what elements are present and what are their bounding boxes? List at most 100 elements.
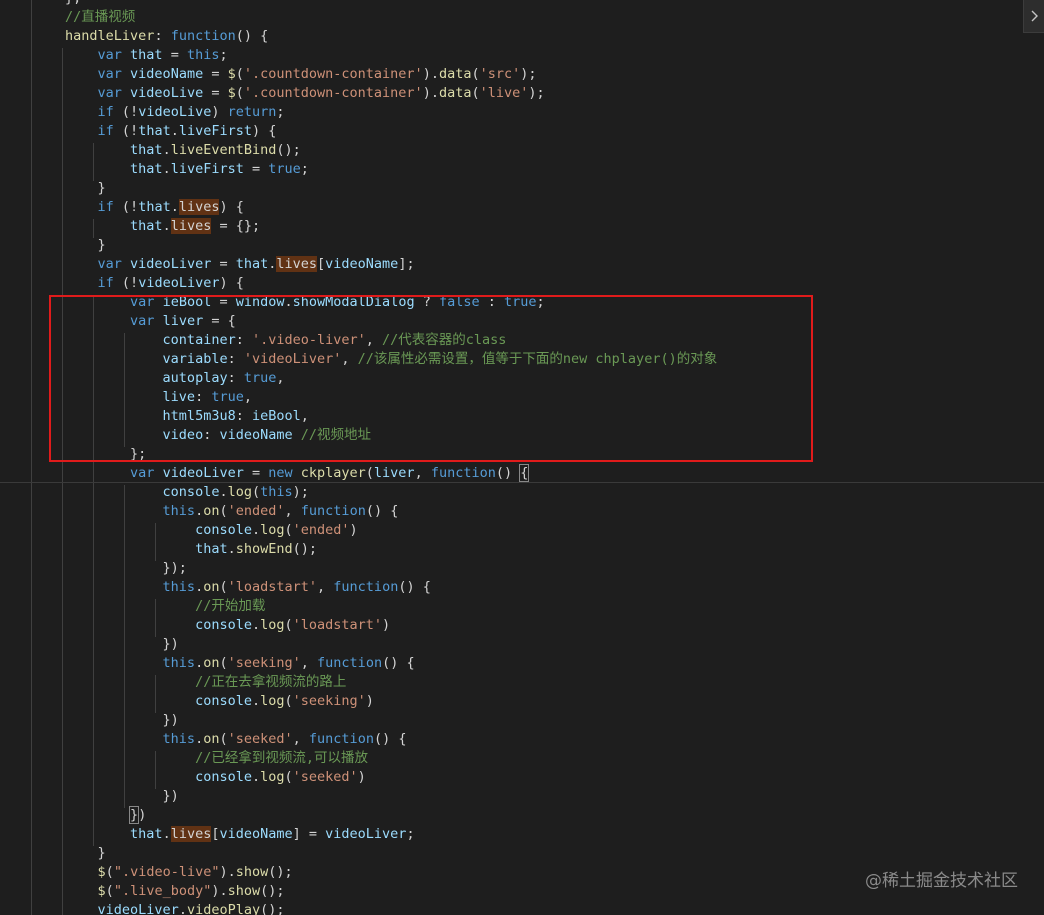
code-token: '.countdown-container' [243,85,423,101]
code-token: ) [349,522,358,538]
code-line: }) [0,635,179,654]
code-token: ). [219,864,236,880]
code-token: that [138,123,171,139]
code-token: that [0,142,163,158]
code-token: (! [113,275,139,291]
code-token: ; [219,47,228,63]
code-token: function [308,731,374,747]
code-token: log [260,769,285,785]
code-token: . [195,503,204,519]
code-token: if [0,104,114,120]
code-token: return [227,104,277,120]
code-line: that.liveFirst = true; [0,160,309,179]
code-line: $(".live_body").show(); [0,882,285,901]
code-token: = {}; [211,218,261,234]
code-token: log [260,522,285,538]
code-token: var [0,85,122,101]
expand-panel-button[interactable] [1023,0,1044,33]
code-token: 'ended' [227,503,285,519]
code-editor[interactable]: }; //直播视频 handleLiver: function() { var … [0,0,1044,915]
code-token: that [0,826,163,842]
code-token: ; [276,104,285,120]
code-line: var videoName = $('.countdown-container'… [0,65,537,84]
code-line: //已经拿到视频流,可以播放 [0,749,368,768]
code-token: ( [284,522,293,538]
code-token: if [0,275,114,291]
code-token: handleLiver [0,28,155,44]
code-token: . [251,693,261,709]
code-line: if (!videoLive) return; [0,103,285,122]
code-line: }) [0,806,146,825]
code-token: videoLiver [121,256,212,272]
code-token: this [0,503,196,519]
code-token: on [203,655,220,671]
code-token: log [227,484,252,500]
code-token: 'src' [479,66,521,82]
code-token: videoLive [121,85,204,101]
code-token: console [0,769,252,785]
chevron-right-icon [1029,10,1039,22]
code-line: if (!videoLiver) { [0,274,244,293]
code-token: this [0,731,196,747]
code-token: //开始加载 [0,598,266,614]
code-token: videoName [121,66,204,82]
code-token: 'ended' [292,522,350,538]
code-token: on [203,579,220,595]
code-token: . [251,617,261,633]
code-line: if (!that.liveFirst) { [0,122,277,141]
code-token: that [121,47,163,63]
code-token: ( [105,883,114,899]
code-token: . [178,902,187,915]
code-line: var videoLiver = new ckplayer(liver, fun… [0,464,530,483]
watermark: @稀土掘金技术社区 [865,871,1018,891]
code-token: videoLiver [0,902,179,915]
code-token: . [162,218,171,234]
code-token: on [203,731,220,747]
code-token: ) [357,769,366,785]
code-token: ). [422,85,439,101]
code-token: videoLive [138,104,212,120]
code-token: true [268,161,301,177]
code-token: 'live' [479,85,529,101]
code-token: console [0,617,252,633]
code-token: }) [0,636,179,652]
code-line: this.on('seeked', function() { [0,730,407,749]
code-line: console.log('seeked') [0,768,366,787]
code-token: (! [113,199,139,215]
code-line: this.on('loadstart', function() { [0,578,431,597]
code-token: that [0,161,163,177]
code-token: 'seeking' [292,693,366,709]
code-token: var [0,47,122,63]
code-token: (); [292,541,318,557]
code-token: () { [382,655,415,671]
code-token: . [170,199,179,215]
code-token: () [495,465,521,481]
code-line: var videoLiver = that.lives[videoName]; [0,255,415,274]
code-token: that [138,199,171,215]
code-token: console [0,484,220,500]
code-token: , [317,579,334,595]
code-token: = [243,161,269,177]
code-token: . [162,826,171,842]
code-token: $ [227,85,236,101]
code-token: show [235,864,269,880]
code-line: } [0,179,106,198]
code-token: if [0,199,114,215]
code-token: $ [0,864,106,880]
code-token: that [0,541,228,557]
code-token: ".video-live" [113,864,220,880]
code-token: . [162,161,171,177]
code-line: }) [0,787,179,806]
code-token: (); [260,902,285,915]
code-token: . [170,123,179,139]
code-token: . [195,579,204,595]
code-token: ".live_body" [113,883,212,899]
code-token: log [260,617,285,633]
code-token: console [0,693,252,709]
code-token: ) { [219,199,244,215]
code-token: (! [113,104,139,120]
code-token: videoPlay [186,902,261,915]
code-token: = [243,465,269,481]
code-token: if [0,123,114,139]
